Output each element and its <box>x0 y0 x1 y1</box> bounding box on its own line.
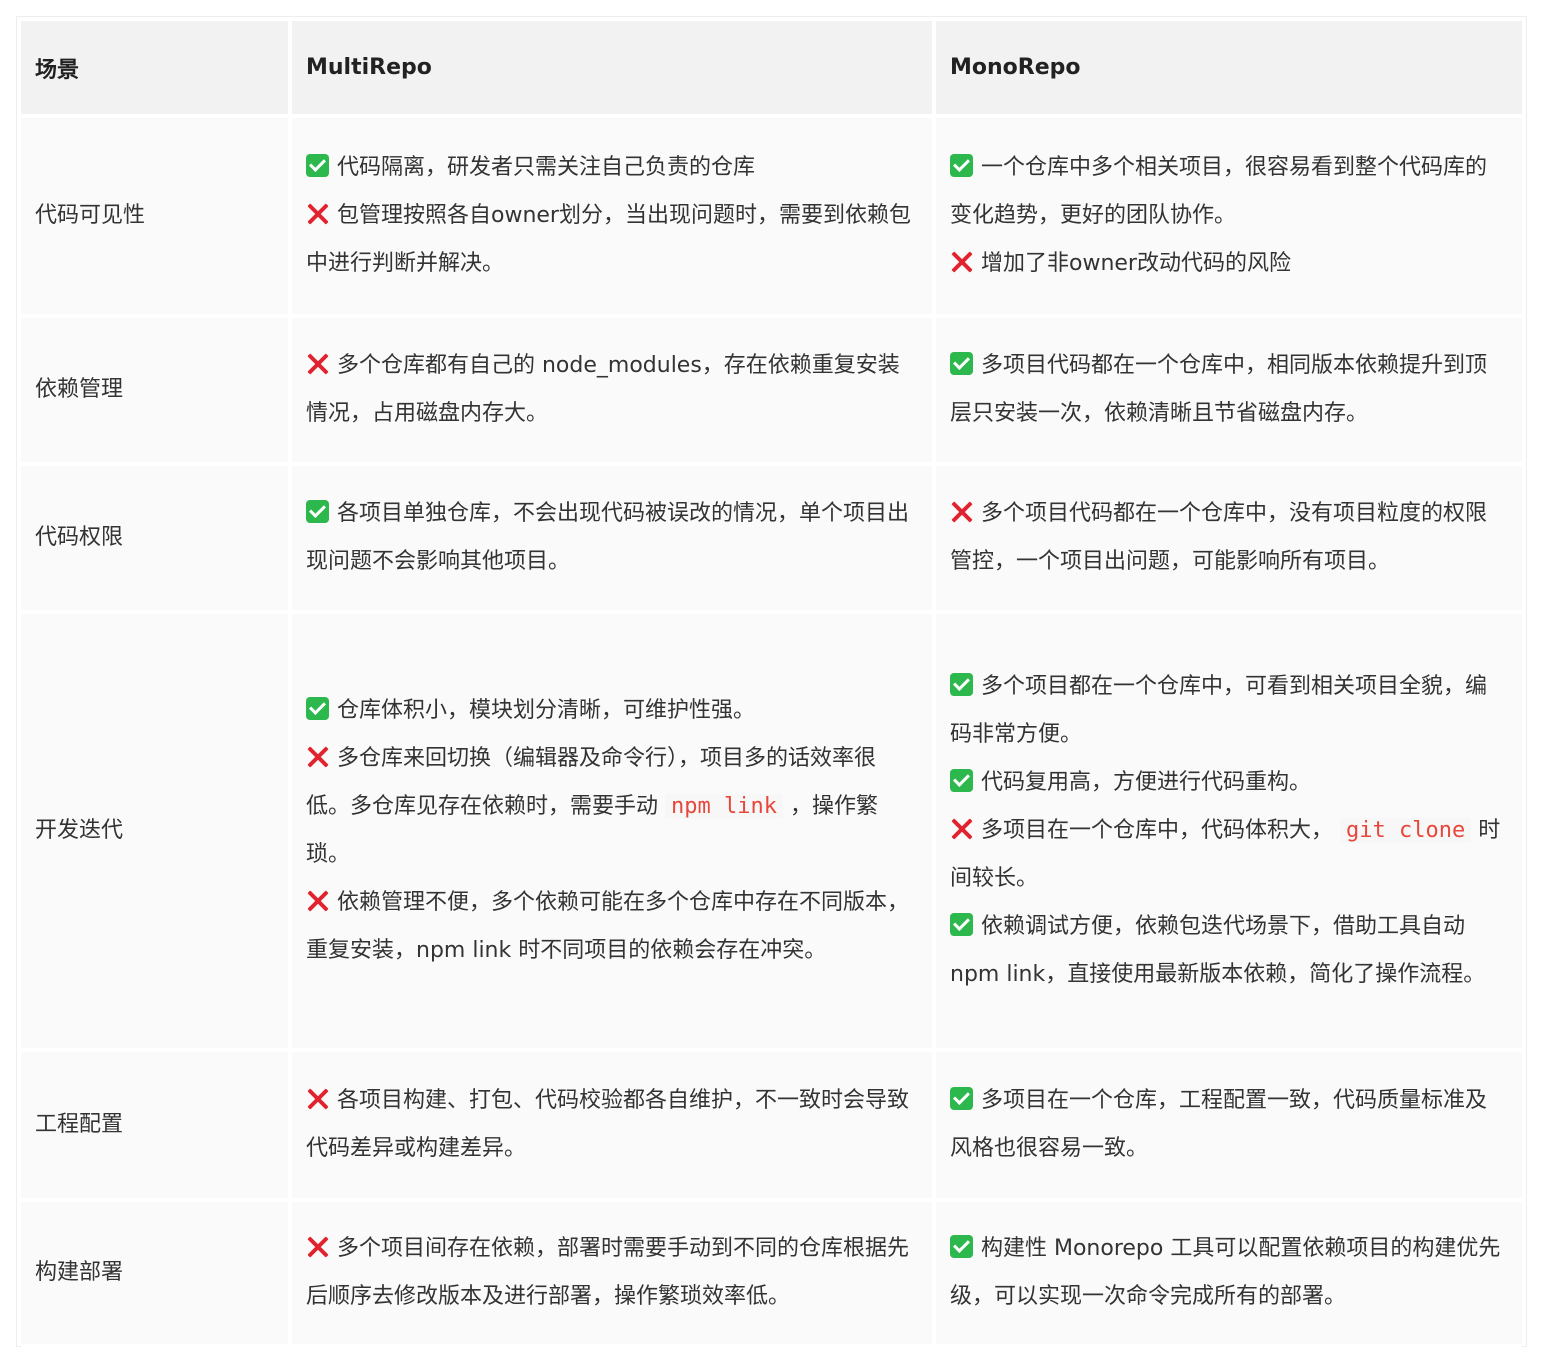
cell-line: 依赖调试方便，依赖包迭代场景下，借助工具自动 npm link，直接使用最新版本… <box>950 903 1508 999</box>
cell-text: 包管理按照各自owner划分，当出现问题时，需要到依赖包中进行判断并解决。 <box>306 203 911 276</box>
cross-mark-icon <box>306 202 329 225</box>
check-mark-icon <box>950 352 973 375</box>
inline-code: git clone <box>1340 818 1472 843</box>
cross-mark-icon <box>950 817 973 840</box>
monorepo-cell: 多个项目都在一个仓库中，可看到相关项目全貌，编码非常方便。代码复用高，方便进行代… <box>936 614 1522 1052</box>
header-monorepo: MonoRepo <box>936 21 1522 118</box>
check-mark-icon <box>306 154 329 177</box>
cell-line: 多项目在一个仓库，工程配置一致，代码质量标准及风格也很容易一致。 <box>950 1077 1508 1173</box>
check-mark-icon <box>950 769 973 792</box>
check-mark-icon <box>950 673 973 696</box>
monorepo-cell: 多个项目代码都在一个仓库中，没有项目粒度的权限管控，一个项目出问题，可能影响所有… <box>936 466 1522 614</box>
cell-text: 多项目在一个仓库，工程配置一致，代码质量标准及风格也很容易一致。 <box>950 1088 1488 1161</box>
cross-mark-icon <box>950 500 973 523</box>
multirepo-cell: 各项目构建、打包、代码校验都各自维护，不一致时会导致代码差异或构建差异。 <box>292 1052 936 1202</box>
cell-line: 构建性 Monorepo 工具可以配置依赖项目的构建优先级，可以实现一次命令完成… <box>950 1225 1508 1321</box>
cell-text: 多项目在一个仓库中，代码体积大， <box>981 818 1340 843</box>
cross-mark-icon <box>306 1235 329 1258</box>
table-row: 代码可见性 代码隔离，研发者只需关注自己负责的仓库包管理按照各自owner划分，… <box>21 118 1522 318</box>
table-row: 构建部署 多个项目间存在依赖，部署时需要手动到不同的仓库根据先后顺序去修改版本及… <box>21 1202 1522 1348</box>
scene-cell: 工程配置 <box>21 1052 292 1202</box>
cross-mark-icon <box>306 1087 329 1110</box>
cell-text: 多项目代码都在一个仓库中，相同版本依赖提升到顶层只安装一次，依赖清晰且节省磁盘内… <box>950 353 1488 426</box>
check-mark-icon <box>950 1087 973 1110</box>
scene-cell: 开发迭代 <box>21 614 292 1052</box>
monorepo-cell: 多项目代码都在一个仓库中，相同版本依赖提升到顶层只安装一次，依赖清晰且节省磁盘内… <box>936 318 1522 466</box>
monorepo-cell: 构建性 Monorepo 工具可以配置依赖项目的构建优先级，可以实现一次命令完成… <box>936 1202 1522 1348</box>
cell-line: 代码复用高，方便进行代码重构。 <box>950 759 1508 807</box>
cell-text: 各项目构建、打包、代码校验都各自维护，不一致时会导致代码差异或构建差异。 <box>306 1088 910 1161</box>
scene-cell: 依赖管理 <box>21 318 292 466</box>
monorepo-cell: 一个仓库中多个相关项目，很容易看到整个代码库的变化趋势，更好的团队协作。增加了非… <box>936 118 1522 318</box>
table-row: 工程配置 各项目构建、打包、代码校验都各自维护，不一致时会导致代码差异或构建差异… <box>21 1052 1522 1202</box>
cell-text: 依赖管理不便，多个依赖可能在多个仓库中存在不同版本，重复安装，npm link … <box>306 890 910 963</box>
cell-line: 增加了非owner改动代码的风险 <box>950 240 1508 288</box>
cell-text: 多个仓库都有自己的 node_modules，存在依赖重复安装情况，占用磁盘内存… <box>306 353 900 426</box>
cell-line: 多个仓库都有自己的 node_modules，存在依赖重复安装情况，占用磁盘内存… <box>306 342 918 438</box>
cross-mark-icon <box>306 352 329 375</box>
multirepo-cell: 多个仓库都有自己的 node_modules，存在依赖重复安装情况，占用磁盘内存… <box>292 318 936 466</box>
cell-line: 包管理按照各自owner划分，当出现问题时，需要到依赖包中进行判断并解决。 <box>306 192 918 288</box>
check-mark-icon <box>950 1235 973 1258</box>
multirepo-cell: 仓库体积小，模块划分清晰，可维护性强。多仓库来回切换（编辑器及命令行），项目多的… <box>292 614 936 1052</box>
multirepo-cell: 各项目单独仓库，不会出现代码被误改的情况，单个项目出现问题不会影响其他项目。 <box>292 466 936 614</box>
table-row: 开发迭代 仓库体积小，模块划分清晰，可维护性强。多仓库来回切换（编辑器及命令行）… <box>21 614 1522 1052</box>
cell-text: 多个项目代码都在一个仓库中，没有项目粒度的权限管控，一个项目出问题，可能影响所有… <box>950 501 1488 574</box>
check-mark-icon <box>306 697 329 720</box>
cell-line: 多项目在一个仓库中，代码体积大， git clone 时间较长。 <box>950 807 1508 903</box>
scene-cell: 构建部署 <box>21 1202 292 1348</box>
cell-text: 各项目单独仓库，不会出现代码被误改的情况，单个项目出现问题不会影响其他项目。 <box>306 501 910 574</box>
multirepo-cell: 多个项目间存在依赖，部署时需要手动到不同的仓库根据先后顺序去修改版本及进行部署，… <box>292 1202 936 1348</box>
cell-text: 依赖调试方便，依赖包迭代场景下，借助工具自动 npm link，直接使用最新版本… <box>950 914 1486 987</box>
scene-cell: 代码权限 <box>21 466 292 614</box>
cell-text: 多个项目间存在依赖，部署时需要手动到不同的仓库根据先后顺序去修改版本及进行部署，… <box>306 1236 910 1309</box>
cell-line: 一个仓库中多个相关项目，很容易看到整个代码库的变化趋势，更好的团队协作。 <box>950 144 1508 240</box>
cross-mark-icon <box>950 250 973 273</box>
table-row: 依赖管理 多个仓库都有自己的 node_modules，存在依赖重复安装情况，占… <box>21 318 1522 466</box>
check-mark-icon <box>950 154 973 177</box>
table-row: 代码权限 各项目单独仓库，不会出现代码被误改的情况，单个项目出现问题不会影响其他… <box>21 466 1522 614</box>
cell-text: 仓库体积小，模块划分清晰，可维护性强。 <box>337 698 756 723</box>
cell-text: 增加了非owner改动代码的风险 <box>981 251 1291 276</box>
cell-line: 多仓库来回切换（编辑器及命令行），项目多的话效率很低。多仓库见存在依赖时，需要手… <box>306 735 918 879</box>
header-multirepo: MultiRepo <box>292 21 936 118</box>
cell-line: 多个项目间存在依赖，部署时需要手动到不同的仓库根据先后顺序去修改版本及进行部署，… <box>306 1225 918 1321</box>
cell-text: 构建性 Monorepo 工具可以配置依赖项目的构建优先级，可以实现一次命令完成… <box>950 1236 1501 1309</box>
cross-mark-icon <box>306 745 329 768</box>
check-mark-icon <box>950 913 973 936</box>
cell-text: 代码复用高，方便进行代码重构。 <box>981 770 1312 795</box>
comparison-table: 场景 MultiRepo MonoRepo 代码可见性 代码隔离，研发者只需关注… <box>21 21 1522 1348</box>
cell-line: 各项目构建、打包、代码校验都各自维护，不一致时会导致代码差异或构建差异。 <box>306 1077 918 1173</box>
table-header-row: 场景 MultiRepo MonoRepo <box>21 21 1522 118</box>
cell-line: 多个项目代码都在一个仓库中，没有项目粒度的权限管控，一个项目出问题，可能影响所有… <box>950 490 1508 586</box>
cell-line: 多个项目都在一个仓库中，可看到相关项目全貌，编码非常方便。 <box>950 663 1508 759</box>
multirepo-cell: 代码隔离，研发者只需关注自己负责的仓库包管理按照各自owner划分，当出现问题时… <box>292 118 936 318</box>
inline-code: npm link <box>665 794 783 819</box>
cell-line: 仓库体积小，模块划分清晰，可维护性强。 <box>306 687 918 735</box>
check-mark-icon <box>306 500 329 523</box>
header-scene: 场景 <box>21 21 292 118</box>
monorepo-cell: 多项目在一个仓库，工程配置一致，代码质量标准及风格也很容易一致。 <box>936 1052 1522 1202</box>
cell-line: 代码隔离，研发者只需关注自己负责的仓库 <box>306 144 918 192</box>
cross-mark-icon <box>306 889 329 912</box>
cell-line: 依赖管理不便，多个依赖可能在多个仓库中存在不同版本，重复安装，npm link … <box>306 879 918 975</box>
cell-text: 一个仓库中多个相关项目，很容易看到整个代码库的变化趋势，更好的团队协作。 <box>950 155 1488 228</box>
cell-line: 多项目代码都在一个仓库中，相同版本依赖提升到顶层只安装一次，依赖清晰且节省磁盘内… <box>950 342 1508 438</box>
scene-cell: 代码可见性 <box>21 118 292 318</box>
cell-text: 代码隔离，研发者只需关注自己负责的仓库 <box>337 155 756 180</box>
cell-line: 各项目单独仓库，不会出现代码被误改的情况，单个项目出现问题不会影响其他项目。 <box>306 490 918 586</box>
cell-text: 多个项目都在一个仓库中，可看到相关项目全貌，编码非常方便。 <box>950 674 1488 747</box>
